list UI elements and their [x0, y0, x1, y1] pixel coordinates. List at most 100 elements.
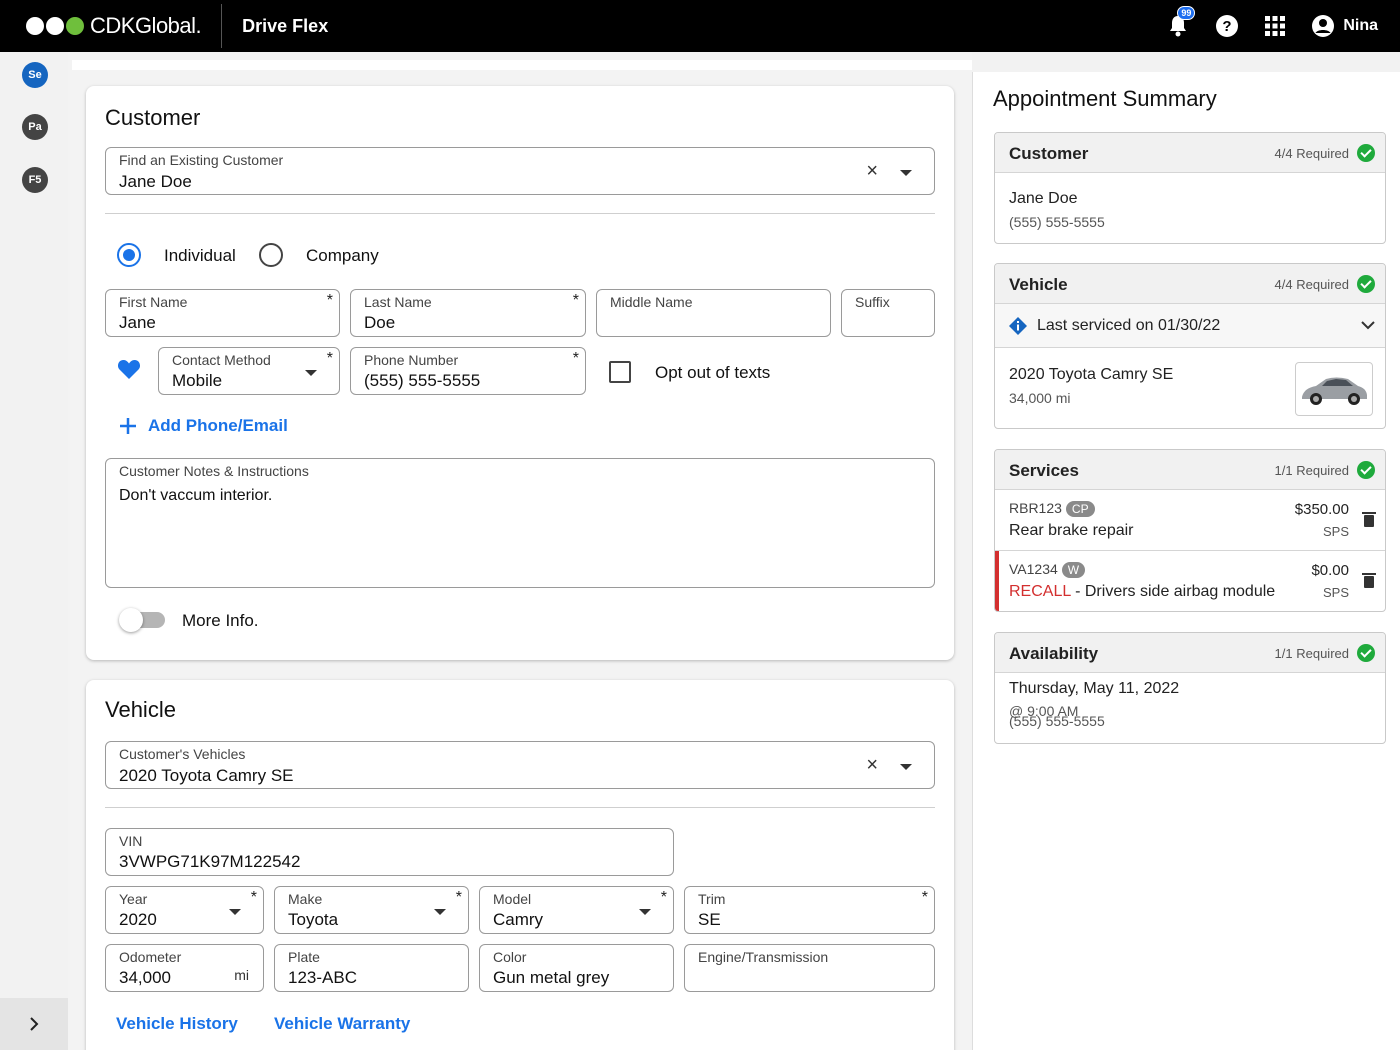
- availability-phone: (555) 555-5555: [1009, 713, 1105, 729]
- service-name-text: - Drivers side airbag module: [1070, 583, 1276, 600]
- odometer-unit: mi: [234, 967, 249, 983]
- rail-chip-pa[interactable]: Pa: [22, 114, 48, 140]
- user-name: Nina: [1343, 17, 1378, 34]
- odometer-field[interactable]: Odometer 34,000 mi: [105, 944, 264, 992]
- middle-name-label: Middle Name: [610, 294, 693, 310]
- summary-customer-card: Customer 4/4 Required Jane Doe (555) 555…: [994, 132, 1386, 244]
- suffix-field[interactable]: Suffix: [841, 289, 935, 337]
- apps-button[interactable]: [1265, 16, 1286, 36]
- vehicle-history-link[interactable]: Vehicle History: [116, 1014, 238, 1034]
- chevron-down-icon: [305, 370, 317, 376]
- logo-dot: [26, 17, 44, 35]
- info-diamond-icon: [1009, 317, 1027, 335]
- chevron-down-icon[interactable]: [900, 764, 912, 770]
- vin-field[interactable]: VIN 3VWPG71K97M122542: [105, 828, 674, 876]
- summary-vehicle-card: Vehicle 4/4 Required Last serviced on 01…: [994, 263, 1386, 429]
- notification-badge: 99: [1177, 6, 1196, 20]
- service-price: $0.00: [1311, 562, 1349, 579]
- left-rail: Se Pa F5: [0, 52, 68, 1050]
- model-select[interactable]: Model Camry *: [479, 886, 674, 934]
- appointment-summary-title: Appointment Summary: [993, 86, 1217, 111]
- contact-method-label: Contact Method: [172, 352, 271, 368]
- divider: [105, 807, 935, 808]
- engine-transmission-field[interactable]: Engine/Transmission: [684, 944, 935, 992]
- first-name-field[interactable]: First Name Jane *: [105, 289, 340, 337]
- phone-value: (555) 555-5555: [364, 371, 481, 390]
- check-circle-icon: [1357, 461, 1375, 479]
- color-field[interactable]: Color Gun metal grey: [479, 944, 674, 992]
- help-button[interactable]: ?: [1215, 14, 1239, 38]
- check-circle-icon: [1357, 275, 1375, 293]
- find-customer-select[interactable]: Find an Existing Customer Jane Doe ×: [105, 147, 935, 195]
- service-row-recall[interactable]: VA1234 W RECALL - Drivers side airbag mod…: [995, 551, 1385, 611]
- help-icon: ?: [1216, 15, 1239, 37]
- color-label: Color: [493, 949, 527, 965]
- trim-field[interactable]: Trim SE *: [684, 886, 935, 934]
- opt-out-checkbox[interactable]: [609, 361, 631, 383]
- customer-vehicles-select[interactable]: Customer's Vehicles 2020 Toyota Camry SE…: [105, 741, 935, 789]
- summary-vehicle-title: Vehicle: [1009, 275, 1068, 294]
- service-code: RBR123 CP: [1009, 500, 1095, 517]
- year-label: Year: [119, 891, 148, 907]
- heart-icon[interactable]: [117, 358, 141, 380]
- summary-vehicle-name: 2020 Toyota Camry SE: [1009, 366, 1174, 383]
- service-code-text: RBR123: [1009, 500, 1062, 516]
- last-serviced-text: Last serviced on 01/30/22: [1037, 317, 1221, 334]
- vin-label: VIN: [119, 833, 143, 849]
- notifications-button[interactable]: 99: [1167, 6, 1196, 38]
- header-divider: [221, 4, 223, 48]
- summary-customer-name: Jane Doe: [1009, 190, 1078, 207]
- plate-value: 123-ABC: [288, 968, 357, 987]
- clear-icon[interactable]: ×: [866, 754, 878, 777]
- divider: [105, 213, 935, 214]
- required-marker: *: [660, 889, 667, 906]
- more-info-toggle[interactable]: [119, 608, 169, 632]
- required-marker: *: [572, 292, 579, 309]
- trash-icon[interactable]: [1362, 512, 1376, 527]
- required-marker: *: [572, 350, 579, 367]
- service-pay-type: SPS: [1322, 524, 1349, 539]
- make-select[interactable]: Make Toyota *: [274, 886, 469, 934]
- notes-label: Customer Notes & Instructions: [119, 463, 309, 479]
- expand-rail-button[interactable]: [0, 998, 68, 1050]
- plus-icon: [120, 418, 136, 434]
- clear-icon[interactable]: ×: [866, 160, 878, 183]
- trim-value: SE: [698, 910, 721, 929]
- last-name-field[interactable]: Last Name Doe *: [350, 289, 586, 337]
- plate-field[interactable]: Plate 123-ABC: [274, 944, 469, 992]
- service-row[interactable]: RBR123 CP Rear brake repair $350.00 SPS: [995, 490, 1385, 551]
- year-select[interactable]: Year 2020 *: [105, 886, 264, 934]
- customer-notes-field[interactable]: Customer Notes & Instructions Don't vacc…: [105, 458, 935, 588]
- recall-label: RECALL: [1009, 583, 1071, 600]
- cdk-logo[interactable]: CDKGlobal.: [0, 0, 202, 52]
- add-phone-email-button[interactable]: Add Phone/Email: [119, 416, 288, 436]
- summary-services-title: Services: [1009, 461, 1079, 480]
- middle-name-field[interactable]: Middle Name: [596, 289, 831, 337]
- logo-dot: [46, 17, 64, 35]
- required-count: 1/1 Required: [1274, 646, 1349, 661]
- summary-customer-header: Customer 4/4 Required: [995, 133, 1385, 173]
- chevron-down-icon[interactable]: [900, 170, 912, 176]
- customer-vehicles-value: 2020 Toyota Camry SE: [119, 766, 294, 785]
- notes-value: Don't vaccum interior.: [119, 487, 273, 504]
- individual-label: Individual: [164, 246, 236, 265]
- engine-transmission-label: Engine/Transmission: [698, 949, 829, 965]
- availability-date: Thursday, May 11, 2022: [1009, 680, 1180, 697]
- trash-icon[interactable]: [1362, 573, 1376, 588]
- contact-method-select[interactable]: Contact Method Mobile *: [158, 347, 340, 395]
- logo-dot: [66, 17, 84, 35]
- service-name: Rear brake repair: [1009, 522, 1134, 539]
- rail-chip-se[interactable]: Se: [22, 62, 48, 88]
- user-menu-button[interactable]: Nina: [1311, 14, 1378, 38]
- individual-radio[interactable]: [117, 243, 141, 267]
- opt-out-label: Opt out of texts: [655, 363, 771, 382]
- rail-chip-f5[interactable]: F5: [22, 167, 48, 193]
- required-marker: *: [455, 889, 462, 906]
- phone-number-field[interactable]: Phone Number (555) 555-5555 *: [350, 347, 586, 395]
- service-name: RECALL - Drivers side airbag module: [1009, 583, 1275, 601]
- chevron-down-icon[interactable]: [1361, 320, 1375, 330]
- last-serviced-row[interactable]: Last serviced on 01/30/22: [995, 304, 1385, 348]
- company-radio[interactable]: [259, 243, 283, 267]
- vehicle-warranty-link[interactable]: Vehicle Warranty: [274, 1014, 410, 1034]
- summary-availability-card: Availability 1/1 Required Thursday, May …: [994, 632, 1386, 744]
